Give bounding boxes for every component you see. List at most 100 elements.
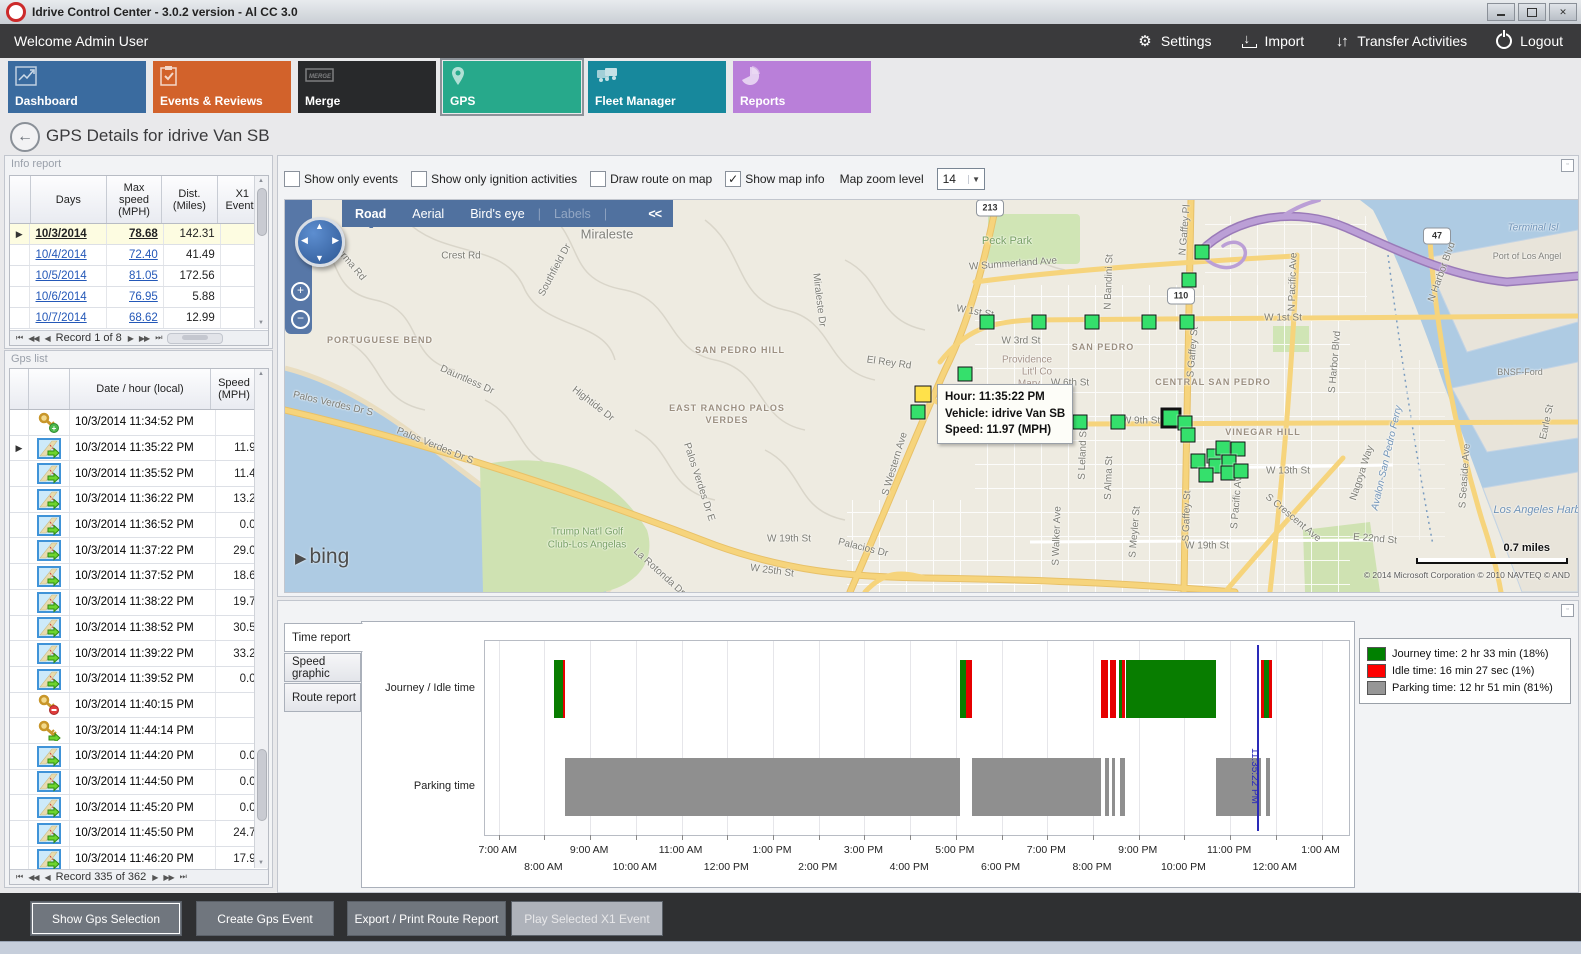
footer-button-export-print-route-report[interactable]: Export / Print Route Report [347, 901, 506, 936]
gps-list-row[interactable]: 10/3/2014 11:44:50 PM0.00 [10, 770, 268, 796]
info-column-header[interactable]: Days [31, 176, 107, 223]
max-speed-link[interactable]: 72.40 [129, 249, 158, 261]
scroll-down-icon[interactable]: ▼ [258, 320, 264, 326]
nav-tile-dashboard[interactable]: Dashboard [8, 61, 146, 113]
scroll-up-icon[interactable]: ▲ [258, 178, 264, 184]
minimize-button[interactable] [1487, 3, 1515, 21]
map-view-labels[interactable]: Labels [541, 207, 604, 221]
back-button[interactable]: ← [10, 122, 40, 152]
pan-up-icon[interactable]: ▲ [315, 221, 324, 231]
max-speed-link[interactable]: 81.05 [129, 270, 158, 282]
pan-right-icon[interactable]: ▶ [332, 235, 339, 246]
pager-hscrollbar[interactable] [167, 333, 223, 344]
gps-marker[interactable] [1216, 441, 1231, 456]
pager-prev-icon[interactable]: ◀ [45, 873, 50, 882]
info-column-header[interactable]: Dist. (Miles) [162, 176, 217, 223]
gps-marker[interactable] [1191, 454, 1206, 469]
day-link[interactable]: 10/6/2014 [36, 291, 87, 303]
gps-marker[interactable] [1182, 273, 1197, 288]
max-speed-link[interactable]: 76.95 [129, 291, 158, 303]
gps-list-row[interactable]: 10/3/2014 11:35:52 PM11.47 [10, 461, 268, 487]
gps-list-row[interactable]: 10/3/2014 11:38:22 PM19.70 [10, 590, 268, 616]
gps-list-row[interactable]: 10/3/2014 11:36:52 PM0.00 [10, 513, 268, 539]
scrollbar-thumb[interactable] [257, 749, 267, 821]
pager-next-icon[interactable]: ▶ [128, 334, 133, 343]
scroll-up-icon[interactable]: ▲ [258, 371, 264, 377]
pager-prev-icon[interactable]: ◀ [45, 334, 50, 343]
gps-list-row[interactable]: ▶10/3/2014 11:35:22 PM11.97 [10, 436, 268, 462]
map-bar-collapse-button[interactable]: << [648, 207, 673, 221]
gps-marker[interactable] [1195, 245, 1210, 260]
map-zoom-level-select[interactable]: 14 ▼ [937, 168, 985, 190]
day-link[interactable]: 10/7/2014 [36, 312, 87, 324]
day-link[interactable]: 10/3/2014 [36, 228, 87, 240]
gps-column-header[interactable]: Speed (MPH) [211, 369, 258, 409]
maximize-button[interactable] [1518, 3, 1546, 21]
max-speed-link[interactable]: 68.62 [129, 312, 158, 324]
gps-list-row[interactable]: 10/3/2014 11:45:50 PM24.75 [10, 821, 268, 847]
gps-marker[interactable] [1032, 315, 1047, 330]
logout-button[interactable]: Logout [1495, 32, 1563, 50]
import-button[interactable]: Import [1240, 32, 1305, 50]
pan-left-icon[interactable]: ◀ [301, 235, 308, 246]
pan-down-icon[interactable]: ▼ [315, 253, 324, 263]
settings-button[interactable]: ⚙Settings [1136, 32, 1212, 50]
pager-prev-icon[interactable]: ⏮ [16, 872, 22, 882]
info-report-row[interactable]: ▶10/3/201478.68142.31 [10, 224, 268, 245]
info-table-scrollbar[interactable]: ▲▼ [254, 176, 268, 328]
info-report-row[interactable]: 10/7/201468.6212.99 [10, 308, 268, 329]
gps-marker[interactable] [1180, 315, 1195, 330]
gps-marker[interactable] [1234, 464, 1249, 479]
nav-tile-fleet-manager[interactable]: Fleet Manager [588, 61, 726, 113]
gps-list-row[interactable]: 10/3/2014 11:44:14 PM [10, 718, 268, 744]
gps-marker[interactable] [1181, 428, 1196, 443]
gps-marker[interactable] [980, 315, 995, 330]
gps-list-row[interactable]: 10/3/2014 11:39:22 PM33.21 [10, 641, 268, 667]
gps-table-scrollbar[interactable]: ▲▼ [254, 369, 268, 868]
gps-list-row[interactable]: 10/3/2014 11:37:52 PM18.63 [10, 564, 268, 590]
gps-list-row[interactable]: +10/3/2014 11:34:52 PM [10, 410, 268, 436]
nav-tile-gps[interactable]: GPS [443, 61, 581, 113]
checkbox-show-map-info[interactable]: ✓Show map info [725, 171, 824, 187]
footer-button-show-gps-selection[interactable]: Show Gps Selection [30, 901, 182, 936]
pager-next-icon[interactable]: ▶ [152, 873, 157, 882]
gps-list-row[interactable]: 10/3/2014 11:38:52 PM30.55 [10, 616, 268, 642]
gps-list-row[interactable]: 10/3/2014 11:45:20 PM0.00 [10, 795, 268, 821]
map-view-aerial[interactable]: Aerial [399, 207, 457, 221]
nav-tile-events-reviews[interactable]: Events & Reviews [153, 61, 291, 113]
day-link[interactable]: 10/5/2014 [36, 270, 87, 282]
map-view-road[interactable]: Road [342, 207, 399, 221]
chart-tab-speed-graphic[interactable]: Speed graphic [284, 653, 361, 682]
map-panel-collapse-button[interactable]: ▫ [1561, 159, 1574, 172]
chart-tab-time-report[interactable]: Time report [284, 623, 363, 652]
pager-prev-icon[interactable]: ◀◀ [28, 334, 38, 343]
gps-marker[interactable] [1085, 315, 1100, 330]
scrollbar-thumb[interactable] [257, 188, 267, 236]
pager-prev-icon[interactable]: ⏮ [16, 333, 22, 343]
gps-marker[interactable] [1111, 415, 1126, 430]
pager-next-icon[interactable]: ▶▶ [139, 334, 149, 343]
info-report-row[interactable]: 10/6/201476.955.88 [10, 287, 268, 308]
gps-marker[interactable] [958, 367, 973, 382]
pager-next-icon[interactable]: ▶▶ [163, 873, 173, 882]
gps-list-row[interactable]: 10/3/2014 11:40:15 PM [10, 693, 268, 719]
pager-next-icon[interactable]: ⏭ [155, 333, 161, 343]
map-zoom-out-button[interactable]: − [291, 310, 310, 329]
footer-button-create-gps-event[interactable]: Create Gps Event [196, 901, 334, 936]
gps-list-row[interactable]: 10/3/2014 11:39:52 PM0.00 [10, 667, 268, 693]
info-report-row[interactable]: 10/5/201481.05172.56 [10, 266, 268, 287]
gps-list-row[interactable]: 10/3/2014 11:36:22 PM13.28 [10, 487, 268, 513]
checkbox-draw-route-on-map[interactable]: Draw route on map [590, 171, 712, 187]
gps-column-header[interactable]: Date / hour (local) [70, 369, 211, 409]
nav-tile-merge[interactable]: MERGEMerge [298, 61, 436, 113]
transfer-activities-button[interactable]: ↓↑Transfer Activities [1332, 32, 1467, 50]
info-report-row[interactable]: 10/4/201472.4041.49 [10, 245, 268, 266]
pager-next-icon[interactable]: ⏭ [180, 872, 186, 882]
gps-list-row[interactable]: 10/3/2014 11:44:20 PM0.00 [10, 744, 268, 770]
checkbox-show-only-ignition-activities[interactable]: Show only ignition activities [411, 171, 577, 187]
gps-marker[interactable] [1073, 415, 1088, 430]
map-compass-control[interactable]: ▲ ▼ ◀ ▶ [295, 217, 345, 267]
chart-tab-route-report[interactable]: Route report [284, 683, 361, 712]
map-view-bird-s-eye[interactable]: Bird's eye [457, 207, 538, 221]
pager-prev-icon[interactable]: ◀◀ [28, 873, 38, 882]
